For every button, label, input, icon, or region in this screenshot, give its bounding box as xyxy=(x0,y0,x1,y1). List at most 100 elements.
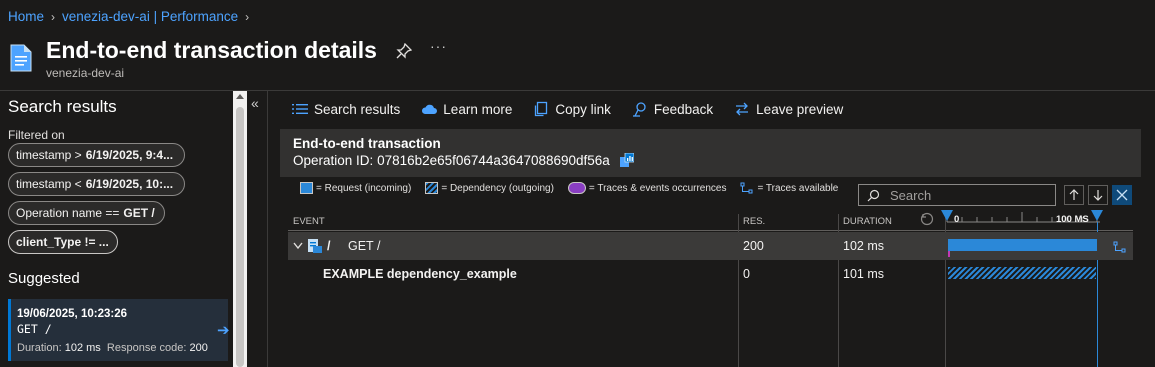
request-swatch-icon xyxy=(300,182,313,194)
list-icon xyxy=(292,104,308,114)
legend-dependency: = Dependency (outgoing) xyxy=(425,182,554,194)
filtered-on-label: Filtered on xyxy=(8,128,65,142)
row-event-method: GET / xyxy=(348,239,381,253)
filter-pill-timestamp-start[interactable]: timestamp >6/19/2025, 9:4... xyxy=(8,143,185,167)
more-options-icon[interactable]: ··· xyxy=(430,38,447,54)
document-icon xyxy=(10,44,32,72)
close-search-button[interactable] xyxy=(1112,185,1132,205)
duration-label: Duration: xyxy=(17,342,62,354)
chevron-right-icon: › xyxy=(245,9,250,24)
switch-arrows-icon xyxy=(736,102,749,116)
web-request-icon xyxy=(308,239,322,253)
legend: = Request (incoming) = Dependency (outgo… xyxy=(300,182,852,194)
arrow-right-icon[interactable]: ➔ xyxy=(217,321,230,339)
response-code-label: Response code: xyxy=(106,342,187,354)
filter-value: GET / xyxy=(123,206,155,220)
column-event[interactable]: EVENT xyxy=(293,216,325,227)
leave-preview-label: Leave preview xyxy=(756,101,844,117)
suggested-meta: Duration: 102 ms Response code: 200 xyxy=(17,342,208,354)
table-row[interactable]: / GET / 200 102 ms xyxy=(288,232,1133,260)
page-header: End-to-end transaction details ··· venez… xyxy=(0,34,1155,90)
scroll-thumb[interactable] xyxy=(236,107,244,367)
row-res: 0 xyxy=(743,267,750,281)
tick-label-end: 100 MS xyxy=(1056,214,1089,225)
filter-pill-timestamp-end[interactable]: timestamp <6/19/2025, 10:... xyxy=(8,172,185,196)
filter-key: Operation name == xyxy=(16,206,120,220)
legend-request: = Request (incoming) xyxy=(300,182,411,194)
transaction-title: End-to-end transaction xyxy=(293,136,441,151)
breadcrumb-performance[interactable]: venezia-dev-ai | Performance xyxy=(62,9,238,24)
suggested-title: Suggested xyxy=(8,270,80,287)
learn-more-button[interactable]: Learn more xyxy=(421,101,512,117)
filter-value: 6/19/2025, 10:... xyxy=(85,177,174,191)
timeline-header: 0 100 MS xyxy=(918,210,1118,230)
traces-available-icon[interactable] xyxy=(1113,241,1127,253)
transaction-header: End-to-end transaction Operation ID: 078… xyxy=(280,129,1141,177)
legend-traces: = Traces & events occurrences xyxy=(567,182,727,194)
previous-result-button[interactable] xyxy=(1064,185,1084,205)
suggested-result-card[interactable]: 19/06/2025, 10:23:26 GET / Duration: 102… xyxy=(8,299,230,361)
chevron-down-icon[interactable] xyxy=(293,242,303,250)
command-bar: Search results Learn more Copy link Feed… xyxy=(268,91,1155,127)
traces-available-icon xyxy=(740,182,753,194)
timeline-start-handle[interactable] xyxy=(941,210,953,221)
copy-link-button[interactable]: Copy link xyxy=(533,101,611,117)
dependency-bar[interactable] xyxy=(948,267,1096,279)
filter-key: client_Type != ... xyxy=(16,235,109,249)
row-duration: 102 ms xyxy=(843,239,884,253)
dependency-swatch-icon xyxy=(425,182,439,194)
arrow-down-icon xyxy=(1093,190,1103,201)
request-bar[interactable] xyxy=(948,239,1097,251)
feedback-label: Feedback xyxy=(653,101,714,117)
next-result-button[interactable] xyxy=(1088,185,1108,205)
filter-key: timestamp < xyxy=(16,177,82,191)
trace-marker xyxy=(948,251,950,257)
search-results-button[interactable]: Search results xyxy=(292,101,400,117)
collapse-pane-icon[interactable]: « xyxy=(251,95,259,111)
copy-icon xyxy=(535,101,548,117)
search-box[interactable] xyxy=(858,184,1056,206)
page-title: End-to-end transaction details xyxy=(46,37,377,63)
search-input[interactable] xyxy=(890,187,1050,203)
timeline-end-handle[interactable] xyxy=(1091,210,1103,221)
tick-label-start: 0 xyxy=(954,214,960,225)
suggested-timestamp: 19/06/2025, 10:23:26 xyxy=(17,308,127,320)
filter-key: timestamp > xyxy=(16,148,82,162)
search-results-pane: Search results Filtered on timestamp >6/… xyxy=(0,91,248,367)
search-results-title: Search results xyxy=(8,97,117,116)
filter-pill-client-type[interactable]: client_Type != ... xyxy=(8,230,118,254)
breadcrumb: Home › venezia-dev-ai | Performance › xyxy=(8,9,256,24)
column-duration[interactable]: DURATION xyxy=(843,216,892,227)
legend-available-label: = Traces available xyxy=(757,182,839,194)
filter-pill-operation-name[interactable]: Operation name == GET / xyxy=(8,201,165,225)
left-pane-scrollbar[interactable] xyxy=(233,91,247,367)
feedback-icon xyxy=(632,102,646,117)
operation-id-row: Operation ID: 07816b2e65f06744a364708869… xyxy=(293,153,634,168)
arrow-up-icon xyxy=(1069,189,1079,200)
feedback-button[interactable]: Feedback xyxy=(632,101,713,117)
pane-divider xyxy=(267,91,268,367)
legend-traces-label: = Traces & events occurrences xyxy=(588,182,727,194)
row-duration: 101 ms xyxy=(843,267,884,281)
pin-icon[interactable] xyxy=(396,43,412,59)
legend-request-label: = Request (incoming) xyxy=(316,182,412,194)
operation-id-label: Operation ID: xyxy=(293,153,374,168)
analytics-icon[interactable] xyxy=(619,153,634,167)
cloud-icon xyxy=(422,104,438,114)
legend-traces-available: = Traces available xyxy=(740,182,838,194)
breadcrumb-home[interactable]: Home xyxy=(8,9,44,24)
copy-link-label: Copy link xyxy=(555,101,611,117)
page-subtitle: venezia-dev-ai xyxy=(46,66,125,80)
row-event-name: EXAMPLE dependency_example xyxy=(323,267,517,281)
chevron-right-icon: › xyxy=(51,9,56,24)
search-icon xyxy=(867,189,880,201)
column-res[interactable]: RES. xyxy=(743,216,765,227)
trace-swatch-icon xyxy=(567,182,586,194)
leave-preview-button[interactable]: Leave preview xyxy=(734,101,843,117)
duration-value: 102 ms xyxy=(64,342,101,354)
suggested-method: GET / xyxy=(17,322,52,336)
scroll-up-icon[interactable] xyxy=(236,94,244,99)
learn-more-label: Learn more xyxy=(443,101,513,117)
table-row[interactable]: EXAMPLE dependency_example 0 101 ms xyxy=(288,260,1133,288)
close-icon xyxy=(1116,189,1128,201)
